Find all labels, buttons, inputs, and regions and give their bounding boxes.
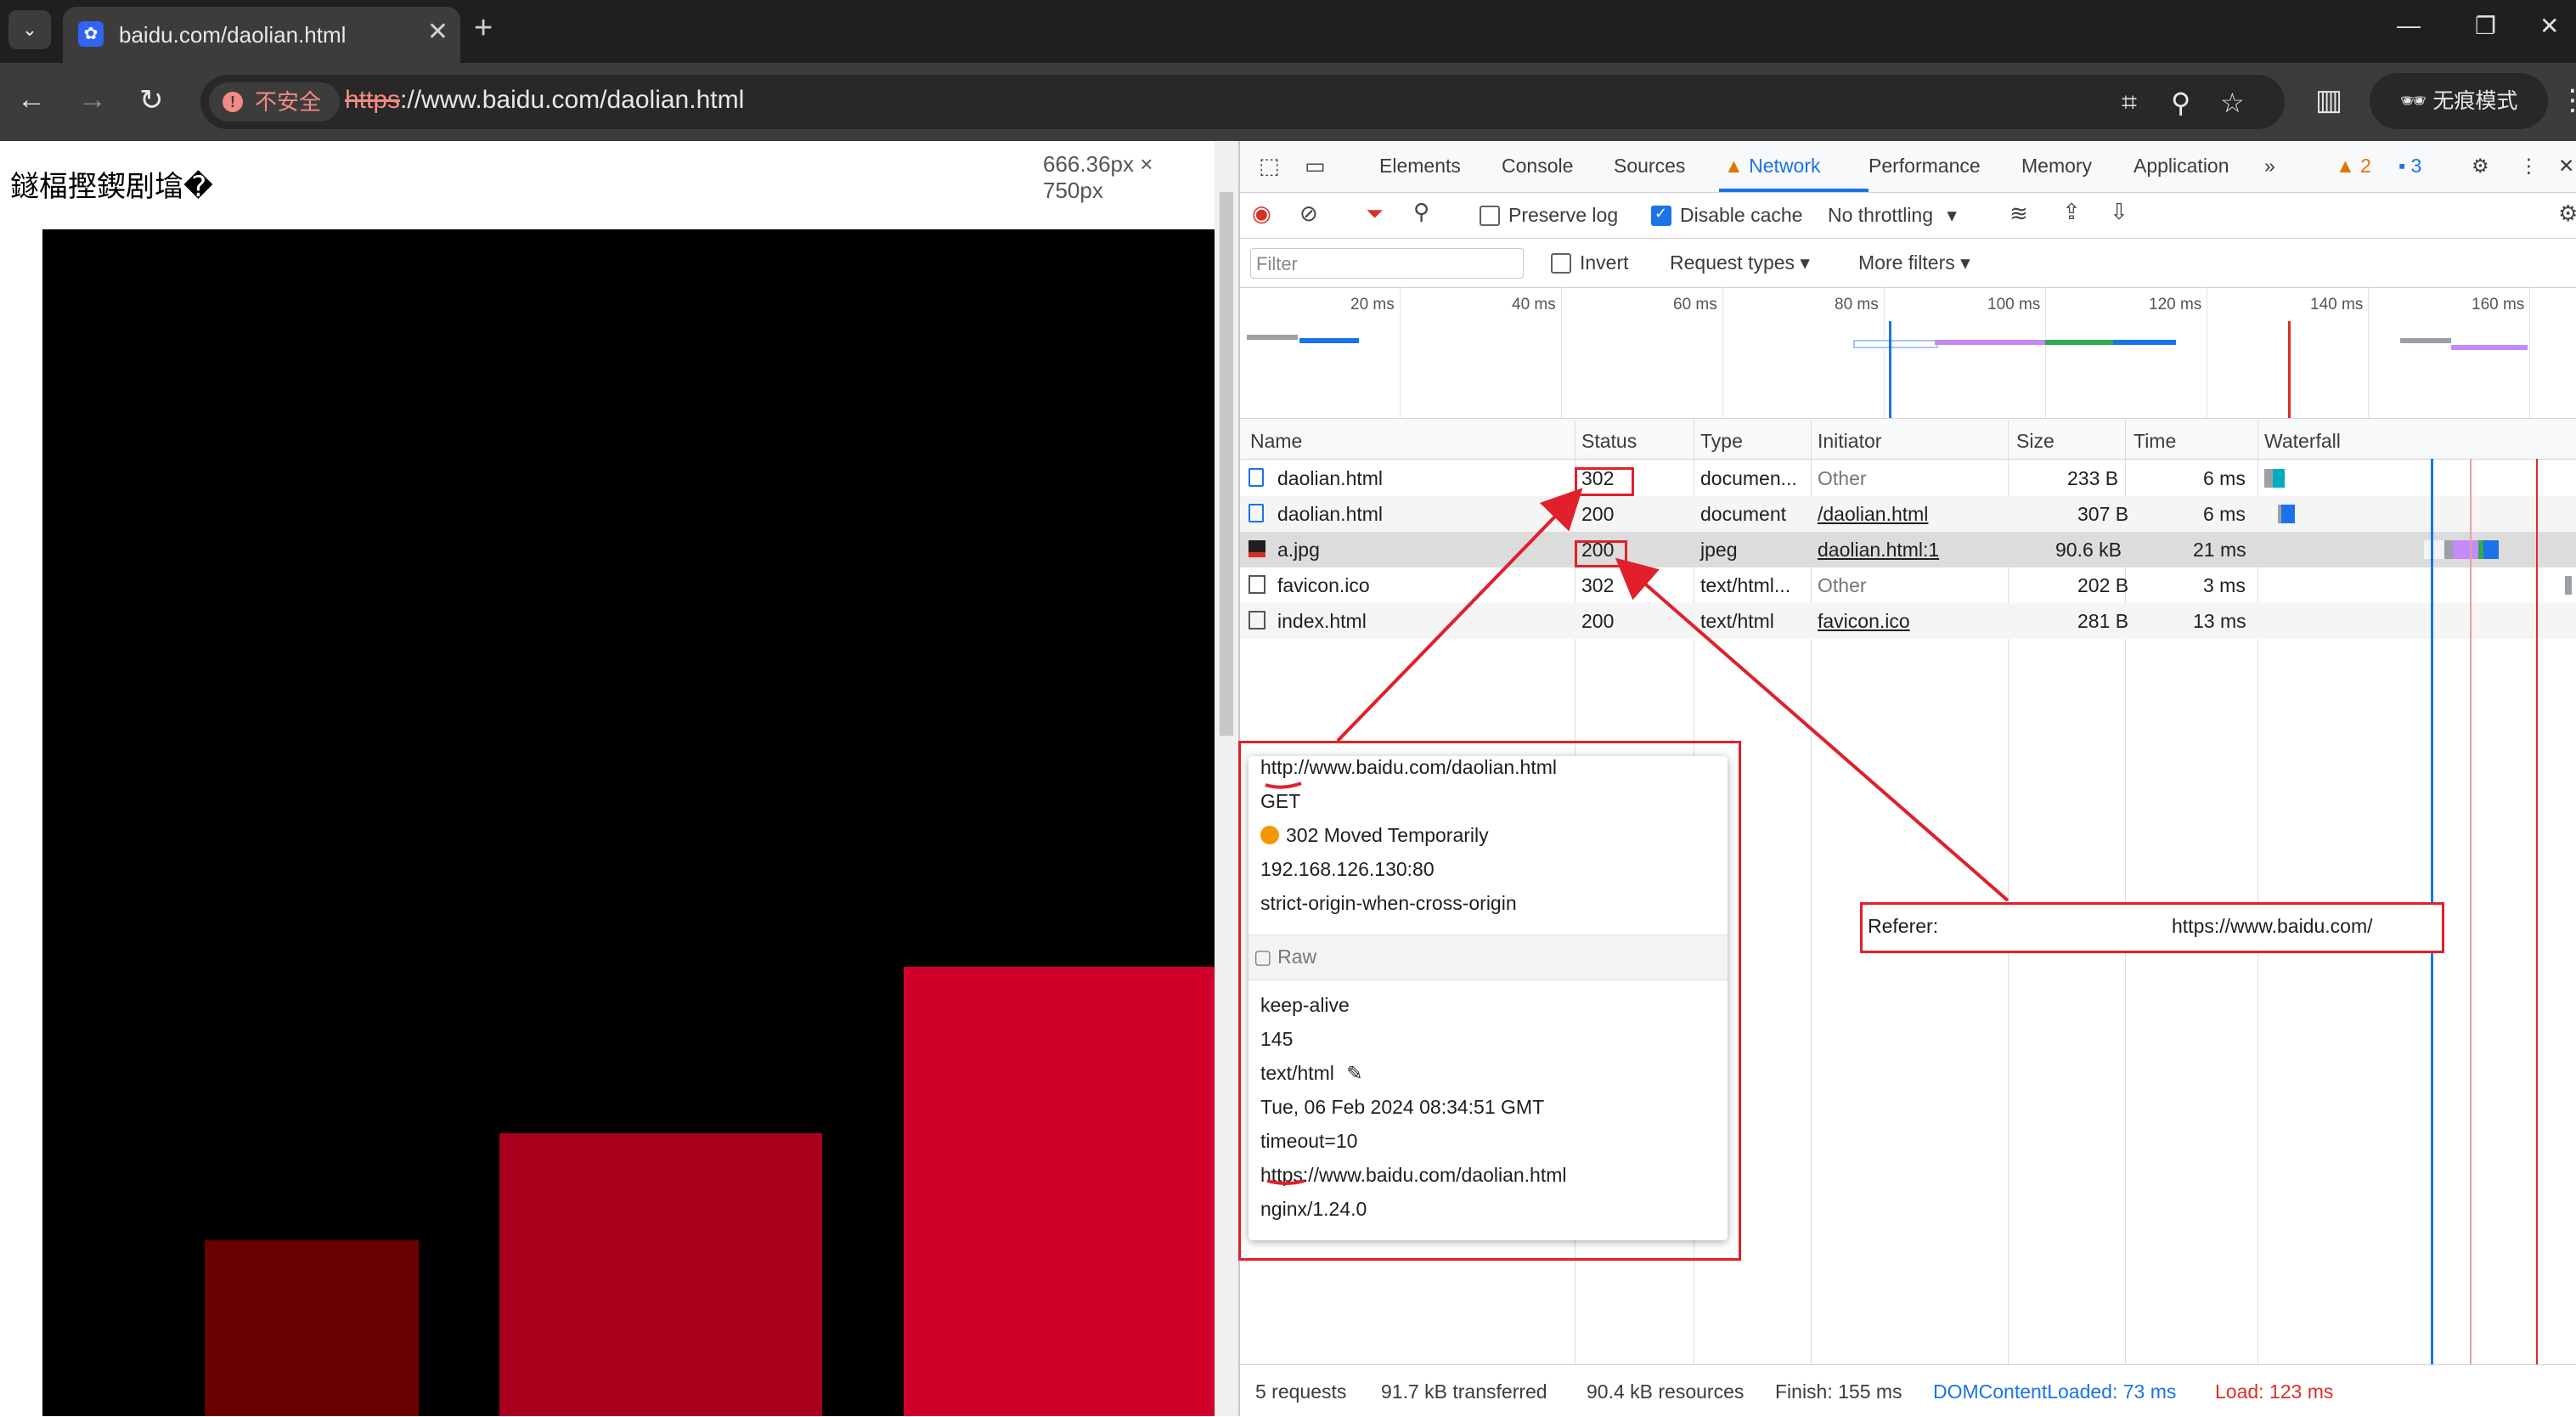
annotation-arrows bbox=[1265, 488, 2010, 1185]
arrow-to-302 bbox=[1336, 488, 1583, 742]
arrow-to-200 bbox=[1615, 557, 2010, 902]
underline-http bbox=[1265, 782, 1302, 789]
underline-https bbox=[1266, 1179, 1305, 1185]
